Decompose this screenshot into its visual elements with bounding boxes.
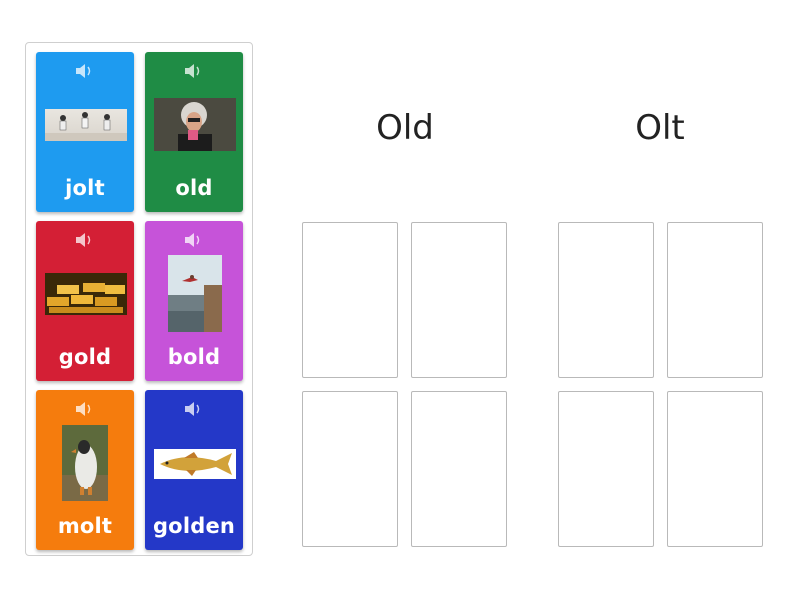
drop-slot-olt-1[interactable]	[558, 222, 654, 378]
old-woman-with-cards-photo	[154, 98, 236, 151]
speaker-icon[interactable]	[182, 229, 206, 251]
drop-slot-old-4[interactable]	[411, 391, 507, 547]
people-jumping-photo	[45, 109, 127, 141]
card-word: golden	[152, 514, 236, 538]
card-word: old	[175, 176, 213, 200]
molting-penguin-photo	[62, 425, 108, 501]
card-bold[interactable]: bold	[145, 221, 243, 381]
card-word: gold	[58, 345, 112, 369]
drop-slot-olt-3[interactable]	[558, 391, 654, 547]
card-word: jolt	[65, 176, 105, 200]
speaker-icon[interactable]	[73, 398, 97, 420]
golden-fish-photo	[154, 449, 236, 479]
drop-slot-old-2[interactable]	[411, 222, 507, 378]
card-molt[interactable]: molt	[36, 390, 134, 550]
card-tray: jolt old gold bold molt golden	[25, 42, 253, 556]
cliff-jumper-photo	[168, 255, 222, 332]
card-golden[interactable]: golden	[145, 390, 243, 550]
card-word: bold	[167, 345, 221, 369]
drop-slot-olt-2[interactable]	[667, 222, 763, 378]
speaker-icon[interactable]	[182, 60, 206, 82]
group-title-olt: Olt	[635, 108, 685, 148]
card-gold[interactable]: gold	[36, 221, 134, 381]
card-word: molt	[57, 514, 113, 538]
card-old[interactable]: old	[145, 52, 243, 212]
drop-slot-old-3[interactable]	[302, 391, 398, 547]
speaker-icon[interactable]	[182, 398, 206, 420]
speaker-icon[interactable]	[73, 60, 97, 82]
drop-slot-old-1[interactable]	[302, 222, 398, 378]
card-jolt[interactable]: jolt	[36, 52, 134, 212]
drop-slot-olt-4[interactable]	[667, 391, 763, 547]
group-title-old: Old	[376, 108, 434, 148]
speaker-icon[interactable]	[73, 229, 97, 251]
gold-bars-photo	[45, 273, 127, 315]
